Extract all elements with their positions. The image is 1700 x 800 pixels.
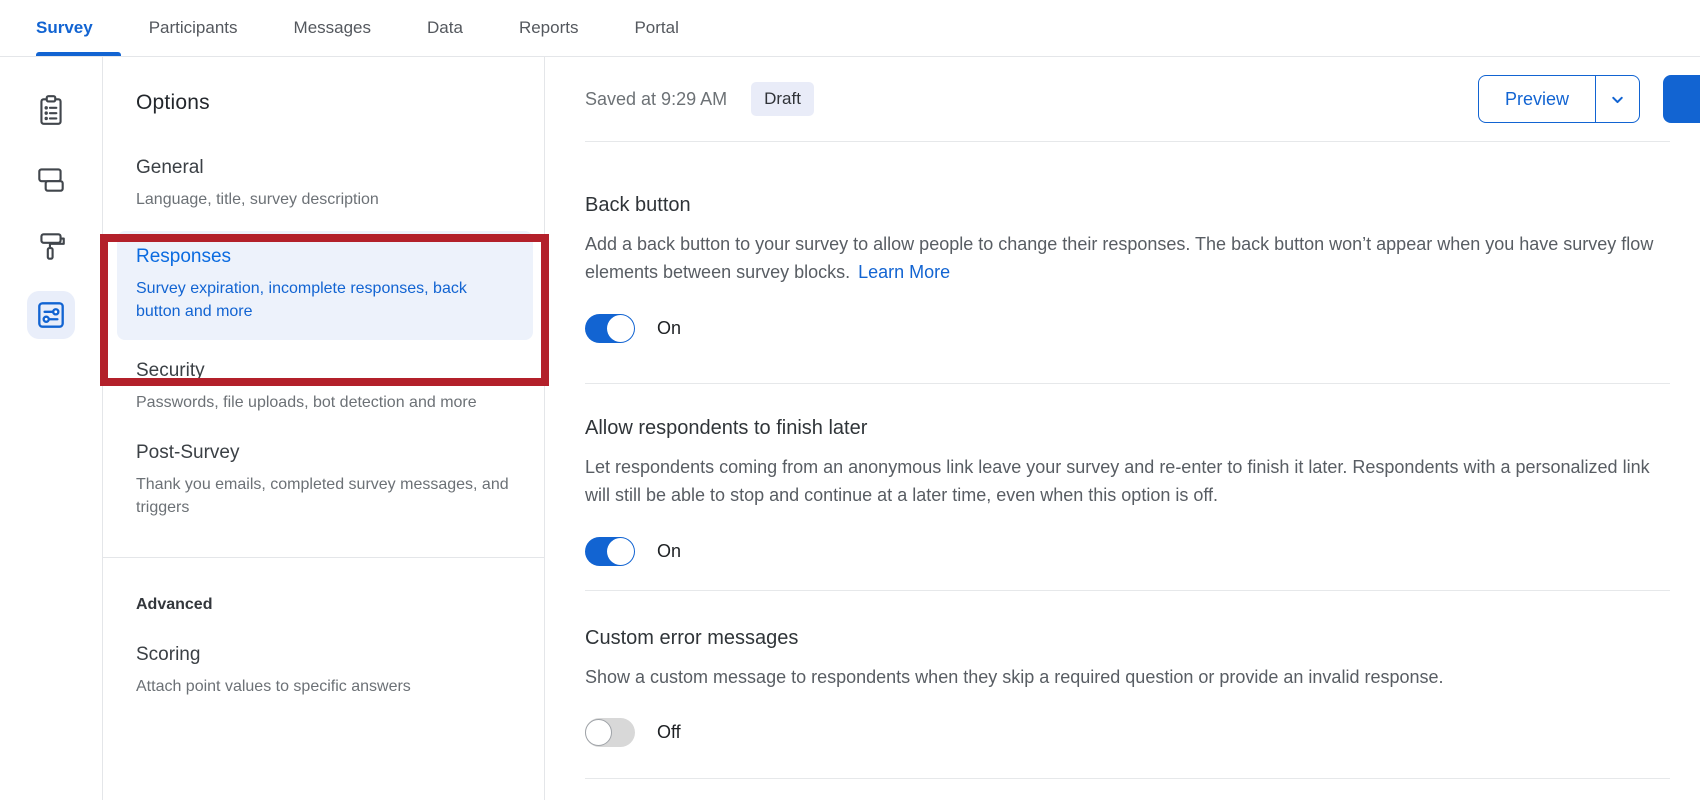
toggle-knob — [585, 719, 612, 746]
options-item-post-survey[interactable]: Post-Survey Thank you emails, completed … — [103, 428, 544, 533]
setting-description: Show a custom message to respondents whe… — [585, 663, 1663, 691]
tab-survey[interactable]: Survey — [36, 0, 121, 56]
survey-flow-icon[interactable] — [27, 155, 75, 203]
chevron-down-icon — [1609, 91, 1626, 108]
learn-more-link[interactable]: Learn More — [858, 262, 950, 282]
saved-status-text: Saved at 9:29 AM — [585, 89, 727, 110]
finish-later-toggle[interactable] — [585, 537, 635, 566]
toggle-state-label: Off — [657, 722, 681, 743]
draft-status-badge: Draft — [751, 82, 814, 116]
options-item-label: Scoring — [136, 644, 516, 666]
options-item-label: Responses — [136, 246, 513, 268]
options-item-label: General — [136, 157, 516, 179]
tab-data[interactable]: Data — [399, 0, 491, 56]
tab-participants[interactable]: Participants — [121, 0, 266, 56]
setting-description: Let respondents coming from an anonymous… — [585, 453, 1663, 510]
toggle-state-label: On — [657, 318, 681, 339]
options-panel-title: Options — [103, 57, 544, 115]
top-navigation: Survey Participants Messages Data Report… — [0, 0, 1700, 57]
toggle-state-label: On — [657, 541, 681, 562]
setting-title: Custom error messages — [585, 627, 1670, 650]
setting-title: Back button — [585, 194, 1670, 217]
look-and-feel-icon[interactable] — [27, 223, 75, 271]
setting-description-text: Let respondents coming from an anonymous… — [585, 457, 1650, 505]
tab-portal[interactable]: Portal — [606, 0, 706, 56]
options-item-description: Passwords, file uploads, bot detection a… — [136, 391, 516, 414]
setting-title: Allow respondents to finish later — [585, 417, 1670, 440]
toggle-row: On — [585, 537, 1670, 566]
publish-button[interactable] — [1663, 75, 1700, 123]
setting-finish-later: Allow respondents to finish later Let re… — [585, 384, 1670, 591]
preview-button[interactable]: Preview — [1479, 76, 1595, 122]
body-columns: Options General Language, title, survey … — [0, 57, 1700, 800]
options-item-scoring[interactable]: Scoring Attach point values to specific … — [103, 614, 544, 696]
toggle-row: On — [585, 314, 1670, 343]
survey-builder-icon[interactable] — [27, 87, 75, 135]
options-item-general[interactable]: General Language, title, survey descript… — [103, 143, 544, 225]
setting-description-text: Show a custom message to respondents whe… — [585, 667, 1444, 687]
options-panel: Options General Language, title, survey … — [103, 57, 545, 800]
tab-reports[interactable]: Reports — [491, 0, 607, 56]
options-item-description: Language, title, survey description — [136, 188, 516, 211]
preview-dropdown-button[interactable] — [1595, 76, 1639, 122]
setting-description: Add a back button to your survey to allo… — [585, 230, 1663, 287]
options-list: General Language, title, survey descript… — [103, 115, 544, 533]
toggle-row: Off — [585, 718, 1670, 747]
setting-back-button: Back button Add a back button to your su… — [585, 142, 1670, 384]
survey-options-page: Survey Participants Messages Data Report… — [0, 0, 1700, 800]
options-item-security[interactable]: Security Passwords, file uploads, bot de… — [103, 346, 544, 428]
back-button-toggle[interactable] — [585, 314, 635, 343]
custom-error-toggle[interactable] — [585, 718, 635, 747]
toggle-knob — [607, 315, 634, 342]
options-item-label: Post-Survey — [136, 442, 516, 464]
options-item-description: Attach point values to specific answers — [136, 678, 516, 696]
options-item-description: Thank you emails, completed survey messa… — [136, 473, 516, 519]
main-content: Saved at 9:29 AM Draft Preview Ba — [545, 57, 1700, 800]
setting-description-text: Add a back button to your survey to allo… — [585, 234, 1653, 282]
header-actions: Preview — [1478, 75, 1670, 123]
toggle-knob — [607, 538, 634, 565]
options-item-responses[interactable]: Responses Survey expiration, incomplete … — [117, 231, 533, 339]
survey-options-icon[interactable] — [27, 291, 75, 339]
options-item-label: Security — [136, 360, 516, 382]
sidebar-icon-rail — [0, 57, 103, 800]
setting-custom-error-messages: Custom error messages Show a custom mess… — [585, 591, 1670, 779]
options-item-description: Survey expiration, incomplete responses,… — [136, 277, 513, 323]
preview-split-button: Preview — [1478, 75, 1640, 123]
main-header: Saved at 9:29 AM Draft Preview — [585, 57, 1670, 142]
advanced-section-label: Advanced — [103, 558, 544, 614]
tab-messages[interactable]: Messages — [266, 0, 399, 56]
